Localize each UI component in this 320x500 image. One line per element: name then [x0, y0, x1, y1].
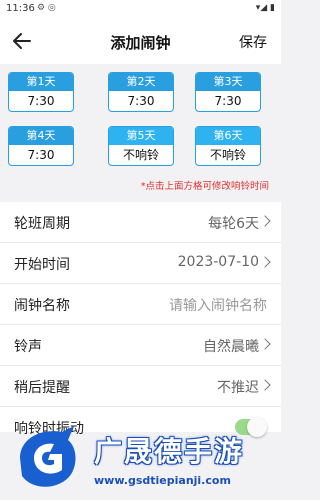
watermark: 广晟德手游 www.gsdtiepianji.com — [0, 420, 281, 500]
day-cell-2[interactable]: 第2天 7:30 — [108, 72, 174, 112]
settings-list: 轮班周期 每轮6天 开始时间 2023-07-10 闹钟名称 请输入闹钟名称 铃… — [0, 202, 281, 437]
alarm-name-input[interactable]: 请输入闹钟名称 — [169, 295, 267, 315]
cycle-row[interactable]: 轮班周期 每轮6天 — [0, 202, 281, 243]
watermark-text: 广晟德手游 — [94, 435, 245, 468]
cycle-value: 每轮6天 — [208, 216, 259, 232]
day-label: 第2天 — [109, 73, 173, 91]
chevron-right-icon — [259, 256, 271, 268]
chevron-right-icon — [259, 338, 271, 350]
start-date-label: 开始时间 — [14, 257, 70, 273]
day-value: 7:30 — [214, 94, 242, 108]
chevron-right-icon — [259, 379, 271, 391]
status-right-icons: ▾◢ ▮ — [255, 3, 275, 13]
day-value: 7:30 — [27, 94, 55, 108]
cycle-label: 轮班周期 — [14, 216, 70, 232]
alarm-name-row[interactable]: 闹钟名称 请输入闹钟名称 — [0, 284, 281, 325]
day-label: 第4天 — [9, 127, 73, 145]
edit-hint: *点击上面方格可修改响铃时间 — [140, 181, 269, 192]
day-cell-5[interactable]: 第5天 不响铃 — [108, 126, 174, 166]
watermark-url: www.gsdtiepianji.com — [94, 474, 231, 487]
chevron-right-icon — [259, 215, 271, 227]
day-cell-3[interactable]: 第3天 7:30 — [195, 72, 261, 112]
status-bar: 11:36 ⚙ ◎ ▾◢ ▮ — [0, 0, 281, 18]
status-time: 11:36 — [6, 3, 35, 14]
ringtone-label: 铃声 — [14, 339, 42, 355]
app-bar: 添加闹钟 保存 — [0, 18, 281, 64]
start-date-row[interactable]: 开始时间 2023-07-10 — [0, 243, 281, 284]
day-label: 第5天 — [109, 127, 173, 145]
day-label: 第1天 — [9, 73, 73, 91]
day-value: 不响铃 — [209, 148, 246, 162]
start-date-value: 2023-07-10 — [177, 254, 259, 270]
day-cell-6[interactable]: 第6天 不响铃 — [195, 126, 261, 166]
alarm-name-label: 闹钟名称 — [14, 298, 70, 314]
day-cell-1[interactable]: 第1天 7:30 — [8, 72, 74, 112]
day-value: 7:30 — [127, 94, 155, 108]
ringtone-row[interactable]: 铃声 自然晨曦 — [0, 325, 281, 366]
day-cell-4[interactable]: 第4天 7:30 — [8, 126, 74, 166]
day-label: 第6天 — [196, 127, 260, 145]
day-value: 7:30 — [27, 148, 55, 162]
day-label: 第3天 — [196, 73, 260, 91]
ringtone-value: 自然晨曦 — [203, 339, 259, 355]
day-value: 不响铃 — [122, 148, 159, 162]
save-button[interactable]: 保存 — [239, 32, 267, 52]
status-left-icons: ⚙ ◎ — [37, 3, 56, 13]
snooze-row[interactable]: 稍后提醒 不推迟 — [0, 366, 281, 407]
snooze-value: 不推迟 — [217, 380, 259, 396]
snooze-label: 稍后提醒 — [14, 380, 70, 396]
watermark-logo-icon — [20, 426, 76, 487]
